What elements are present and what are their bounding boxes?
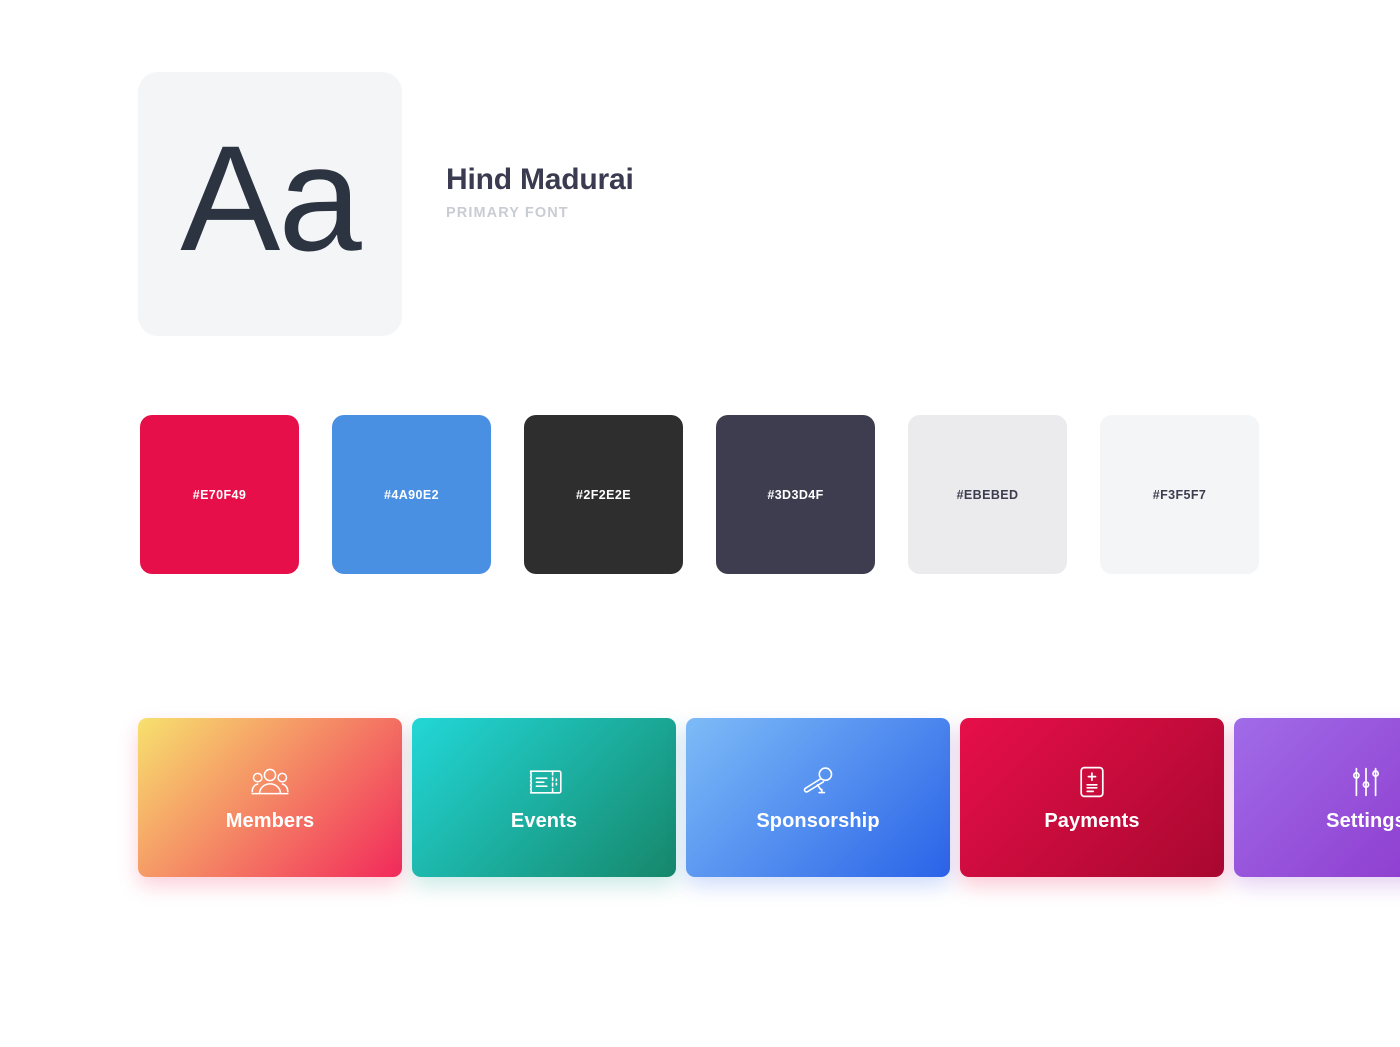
color-swatch-label: #EBEBED: [956, 487, 1019, 502]
nav-card-label: Events: [510, 809, 578, 832]
color-swatch[interactable]: #F3F5F7: [1100, 415, 1259, 574]
color-swatch-label: #2F2E2E: [576, 487, 631, 502]
nav-card-events[interactable]: Events: [412, 718, 676, 877]
color-swatch[interactable]: #4A90E2: [332, 415, 491, 574]
group-people-icon: [251, 763, 289, 801]
font-specimen-tile: Aa: [138, 72, 402, 336]
nav-card-payments[interactable]: Payments: [960, 718, 1224, 877]
font-name: Hind Madurai: [446, 163, 634, 196]
color-swatch[interactable]: #E70F49: [140, 415, 299, 574]
nav-card-members[interactable]: Members: [138, 718, 402, 877]
invoice-icon: [1077, 763, 1107, 801]
nav-card-label: Payments: [1044, 809, 1140, 832]
ticket-icon: [526, 763, 562, 801]
nav-card-settings[interactable]: Settings: [1234, 718, 1400, 877]
color-swatch-label: #F3F5F7: [1152, 487, 1207, 502]
microphone-icon: [801, 763, 835, 801]
nav-card-label: Sponsorship: [756, 809, 880, 832]
nav-card-sponsorship[interactable]: Sponsorship: [686, 718, 950, 877]
color-swatch[interactable]: #3D3D4F: [716, 415, 875, 574]
color-swatch-label: #3D3D4F: [767, 487, 824, 502]
color-swatch-label: #E70F49: [192, 487, 247, 502]
font-specimen-glyph: Aa: [180, 114, 361, 282]
color-swatch-label: #4A90E2: [384, 487, 439, 502]
typography-section: Aa Hind Madurai PRIMARY FONT: [138, 72, 634, 336]
font-role-label: PRIMARY FONT: [446, 205, 569, 221]
style-guide-page: Aa Hind Madurai PRIMARY FONT #E70F49 #4A9…: [0, 0, 1400, 1047]
nav-card-label: Members: [225, 809, 315, 832]
nav-card-label: Settings: [1326, 809, 1400, 832]
nav-card-row: Members Events Sponsorship Payments Sett…: [138, 718, 1400, 877]
color-swatch[interactable]: #EBEBED: [908, 415, 1067, 574]
color-swatch[interactable]: #2F2E2E: [524, 415, 683, 574]
color-palette-row: #E70F49 #4A90E2 #2F2E2E #3D3D4F #EBEBED #F3F5…: [140, 415, 1259, 574]
font-meta: Hind Madurai PRIMARY FONT: [446, 163, 634, 221]
sliders-icon: [1352, 763, 1380, 801]
